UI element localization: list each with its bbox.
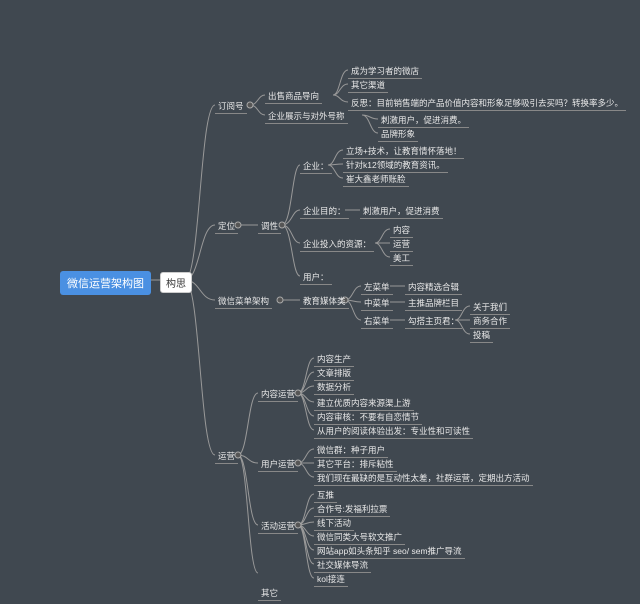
dyh-c2[interactable]: 企业展示与对外号称	[265, 109, 348, 124]
yy-nr[interactable]: 内容运营	[258, 387, 298, 402]
yy-nr4: 建立优质内容来源渠上游	[314, 396, 414, 411]
yy-hd4: 微信同类大号软文推广	[314, 530, 405, 545]
cd-r[interactable]: 右菜单	[361, 314, 393, 329]
dw-qy1: 立场+技术，让教育情怀落地！	[343, 144, 464, 159]
dw-yh[interactable]: 用户：	[300, 270, 332, 285]
yy-node[interactable]: 运营	[215, 449, 238, 464]
dyh-c1a: 成为学习者的微店	[348, 64, 422, 79]
yy-hd5: 网站app如头条知乎 seo/ sem推广导流	[314, 544, 465, 559]
dyh-c2b: 品牌形象	[378, 127, 418, 142]
yy-yh[interactable]: 用户运营	[258, 457, 298, 472]
yy-yh1: 微信群：种子用户	[314, 443, 388, 458]
yy-hd7: kol接连	[314, 572, 348, 587]
dw-node[interactable]: 定位	[215, 219, 238, 234]
dyh-c2a: 刺激用户，促进消费。	[378, 113, 469, 128]
cd-z1: 内容精选合辑	[405, 280, 462, 295]
cd-r3: 投稿	[470, 328, 493, 343]
cd-jy[interactable]: 教育媒体类	[300, 294, 349, 309]
yy-nr2: 文章排版	[314, 366, 354, 381]
yy-hd1: 互推	[314, 488, 337, 503]
dw-qy2: 针对k12领域的教育资讯。	[343, 158, 448, 173]
cd-r2: 商务合作	[470, 314, 510, 329]
dyh-c1[interactable]: 出售商品导向	[265, 89, 322, 104]
yy-hd2: 合作号:发福利拉票	[314, 502, 390, 517]
yy-nr5: 内容审核：不要有自恋情节	[314, 410, 422, 425]
l1-node[interactable]: 构思	[160, 272, 192, 293]
cd-node[interactable]: 微信菜单架构	[215, 294, 272, 309]
cd-m1: 主推品牌栏目	[405, 296, 462, 311]
yy-hd6: 社交媒体导流	[314, 558, 371, 573]
dw-tx[interactable]: 调性	[258, 219, 281, 234]
cd-r1: 关于我们	[470, 300, 510, 315]
dw-mb[interactable]: 企业目的：	[300, 204, 349, 219]
yy-yh3: 我们现在最缺的是互动性太差，社群运营，定期出方活动	[314, 471, 533, 486]
yy-nr1: 内容生产	[314, 352, 354, 367]
dw-zy1: 内容	[390, 223, 413, 238]
dw-zy3: 美工	[390, 251, 413, 266]
dw-qy3: 崔大鑫老师账脸	[343, 172, 409, 187]
yy-nr3: 数据分析	[314, 380, 354, 395]
dw-mb1: 刺激用户，促进消费	[360, 204, 443, 219]
dw-qy[interactable]: 企业：	[300, 159, 332, 174]
dw-zy2: 运营	[390, 237, 413, 252]
dw-zy[interactable]: 企业投入的资源：	[300, 237, 374, 252]
yy-nr6: 从用户的阅读体验出发：专业性和可读性	[314, 424, 473, 439]
yy-qt[interactable]: 其它	[258, 586, 281, 601]
dyh-node[interactable]: 订阅号	[215, 99, 247, 114]
dyh-c1b: 其它渠道	[348, 78, 388, 93]
dyh-c1c: 反思：目前销售端的产品价值内容和形象足够吸引去买吗？转换率多少。	[348, 96, 626, 111]
yy-hd3: 线下活动	[314, 516, 354, 531]
cd-rs[interactable]: 勾搭主页君：	[405, 314, 462, 329]
yy-hd[interactable]: 活动运营	[258, 519, 298, 534]
cd-m[interactable]: 中菜单	[361, 296, 393, 311]
cd-z[interactable]: 左菜单	[361, 280, 393, 295]
yy-yh2: 其它平台：排斥粘性	[314, 457, 397, 472]
root-node[interactable]: 微信运营架构图	[60, 271, 151, 295]
